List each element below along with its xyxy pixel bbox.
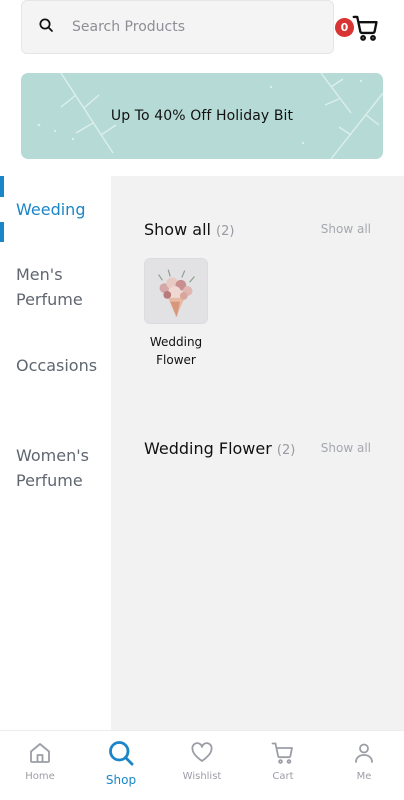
nav-label: Wishlist [182, 771, 222, 782]
home-icon [30, 743, 50, 763]
section-title-text: Wedding Flower [144, 439, 272, 458]
nav-label: Me [356, 771, 372, 782]
promo-banner[interactable]: Up To 40% Off Holiday Bit [21, 73, 383, 159]
show-all-link[interactable]: Show all [321, 222, 371, 236]
cart-icon [271, 742, 293, 764]
cart-icon [352, 15, 378, 41]
header: Search Products 0 [0, 0, 404, 62]
search-bar[interactable]: Search Products [21, 0, 334, 54]
search-icon [38, 17, 54, 37]
section-title: Show all (2) [144, 220, 234, 239]
nav-shop[interactable]: Shop [86, 739, 156, 787]
search-input[interactable]: Search Products [72, 19, 185, 35]
nav-cart[interactable]: Cart [248, 741, 318, 782]
product-image [144, 258, 208, 324]
product-name: Wedding Flower [149, 335, 203, 367]
heart-icon [191, 742, 213, 762]
category-content: Show all (2) Show all Wedding Flower Wed… [111, 176, 404, 730]
product-card[interactable]: Wedding Flower [144, 258, 208, 369]
bottom-nav: Home Shop Wishlist Cart Me [0, 730, 404, 800]
nav-label: Shop [105, 773, 137, 787]
section-title: Wedding Flower (2) [144, 439, 295, 458]
show-all-link[interactable]: Show all [321, 441, 371, 455]
category-womens-perfume[interactable]: Women's Perfume [0, 443, 111, 493]
nav-label: Cart [272, 771, 294, 782]
cart-button[interactable]: 0 [334, 14, 384, 44]
nav-home[interactable]: Home [5, 741, 75, 782]
nav-label: Home [25, 771, 55, 782]
nav-wishlist[interactable]: Wishlist [167, 741, 237, 782]
section-count: (2) [276, 443, 296, 458]
section-title-text: Show all [144, 220, 211, 239]
category-mens-perfume[interactable]: Men's Perfume [0, 262, 111, 312]
category-sidebar: Weeding Men's Perfume Occasions Women's … [0, 176, 111, 730]
category-weeding[interactable]: Weeding [0, 197, 111, 222]
section-count: (2) [216, 224, 235, 239]
category-occasions[interactable]: Occasions [0, 353, 111, 378]
banner-text: Up To 40% Off Holiday Bit [110, 108, 294, 124]
search-icon [109, 741, 134, 766]
user-icon [355, 743, 373, 763]
nav-me[interactable]: Me [329, 741, 399, 782]
